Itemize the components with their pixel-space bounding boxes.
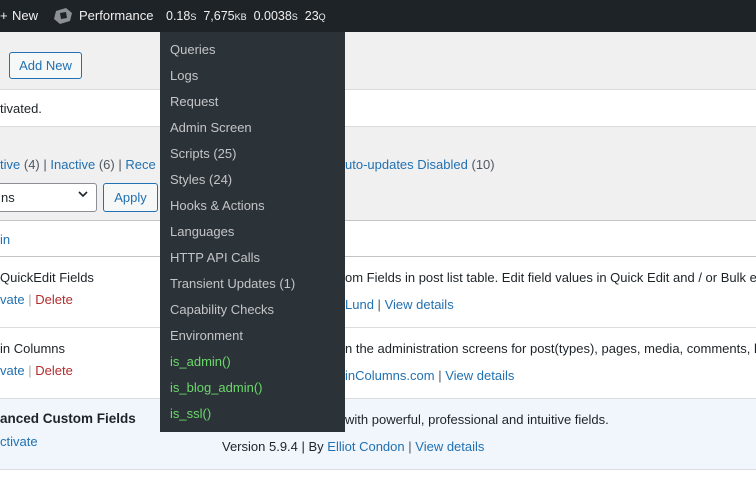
deactivate-link[interactable]: ctivate bbox=[0, 434, 38, 449]
plugin-meta: Version 5.9.4 | By Elliot Condon | View … bbox=[222, 439, 484, 454]
meta-separator: | bbox=[438, 368, 442, 383]
stat-time: 0.18 bbox=[166, 9, 191, 23]
menu-item-is-blog-admin[interactable]: is_blog_admin() bbox=[160, 375, 345, 401]
bulk-actions-value: ns bbox=[1, 190, 15, 205]
column-header-plugin[interactable]: in bbox=[0, 232, 10, 247]
row-actions: ctivate bbox=[0, 434, 38, 449]
table-row: QuickEdit Fields vate | Delete om Fields… bbox=[0, 257, 756, 328]
filter-active-count: (4) bbox=[23, 157, 40, 172]
menu-item-styles[interactable]: Styles (24) bbox=[160, 167, 345, 193]
activate-link[interactable]: vate bbox=[0, 292, 25, 307]
plugins-page: Add New tivated. tive (4) | Inactive (6)… bbox=[0, 32, 756, 487]
plugin-description: n the administration screens for post(ty… bbox=[345, 341, 756, 356]
menu-item-queries[interactable]: Queries bbox=[160, 37, 345, 63]
filter-recent-link[interactable]: Rece bbox=[125, 157, 155, 172]
menu-item-environment[interactable]: Environment bbox=[160, 323, 345, 349]
menu-item-is-admin[interactable]: is_admin() bbox=[160, 349, 345, 375]
plugin-status-filters: tive (4) | Inactive (6) | Rece bbox=[0, 157, 156, 172]
new-content-menu[interactable]: New bbox=[12, 0, 38, 32]
menu-item-hooks-actions[interactable]: Hooks & Actions bbox=[160, 193, 345, 219]
performance-menu[interactable]: Performance bbox=[79, 0, 153, 32]
filter-active-link[interactable]: tive bbox=[0, 157, 20, 172]
plugin-name: anced Custom Fields bbox=[0, 411, 136, 426]
performance-dropdown-menu: Queries Logs Request Admin Screen Script… bbox=[160, 32, 345, 432]
actions-separator: | bbox=[28, 292, 32, 307]
menu-item-admin-screen[interactable]: Admin Screen bbox=[160, 115, 345, 141]
view-details-link[interactable]: View details bbox=[445, 368, 514, 383]
stat-memory-unit: KB bbox=[234, 12, 247, 22]
stat-time-unit: S bbox=[190, 12, 197, 22]
stat-query-time: 0.0038 bbox=[253, 9, 292, 23]
chevron-down-icon bbox=[78, 191, 88, 198]
menu-item-scripts[interactable]: Scripts (25) bbox=[160, 141, 345, 167]
author-link[interactable]: Elliot Condon bbox=[327, 439, 404, 454]
add-new-button[interactable]: Add New bbox=[9, 52, 82, 79]
menu-item-is-ssl[interactable]: is_ssl() bbox=[160, 401, 345, 427]
stat-queries-unit: Q bbox=[318, 12, 326, 22]
filter-inactive-count: (6) bbox=[98, 157, 115, 172]
filter-autoupdates-disabled-link[interactable]: uto-updates Disabled bbox=[345, 157, 468, 172]
menu-item-request[interactable]: Request bbox=[160, 89, 345, 115]
row-actions: vate | Delete bbox=[0, 363, 73, 378]
stat-queries: 23 bbox=[304, 9, 319, 23]
row-actions: vate | Delete bbox=[0, 292, 73, 307]
stat-memory: 7,675 bbox=[203, 9, 235, 23]
delete-link[interactable]: Delete bbox=[35, 363, 73, 378]
filter-separator: | bbox=[118, 157, 122, 172]
table-row-active: anced Custom Fields ctivate with powerfu… bbox=[0, 399, 756, 470]
stat-query-time-unit: S bbox=[291, 12, 298, 22]
filter-separator: | bbox=[43, 157, 47, 172]
plugin-name: in Columns bbox=[0, 341, 66, 356]
meta-separator: | bbox=[377, 297, 381, 312]
menu-item-http-api-calls[interactable]: HTTP API Calls bbox=[160, 245, 345, 271]
admin-bar: + New Performance 0.18S 7,675KB 0.0038S … bbox=[0, 0, 756, 32]
view-details-link[interactable]: View details bbox=[415, 439, 484, 454]
plugin-meta: inColumns.com | View details bbox=[345, 368, 514, 383]
plugin-description: with powerful, professional and intuitiv… bbox=[345, 412, 609, 427]
delete-link[interactable]: Delete bbox=[35, 292, 73, 307]
activation-notice: tivated. bbox=[0, 89, 756, 127]
actions-separator: | bbox=[28, 363, 32, 378]
menu-item-transient-updates[interactable]: Transient Updates (1) bbox=[160, 271, 345, 297]
menu-item-capability-checks[interactable]: Capability Checks bbox=[160, 297, 345, 323]
plugin-name: QuickEdit Fields bbox=[0, 270, 94, 285]
bulk-actions-select[interactable]: ns bbox=[0, 183, 97, 212]
filter-inactive-link[interactable]: Inactive bbox=[50, 157, 95, 172]
author-link[interactable]: Lund bbox=[345, 297, 374, 312]
menu-item-logs[interactable]: Logs bbox=[160, 63, 345, 89]
menu-item-languages[interactable]: Languages bbox=[160, 219, 345, 245]
meta-separator: | bbox=[408, 439, 412, 454]
plugin-meta: Lund | View details bbox=[345, 297, 454, 312]
apply-button[interactable]: Apply bbox=[103, 183, 158, 212]
activate-link[interactable]: vate bbox=[0, 363, 25, 378]
performance-stats[interactable]: 0.18S 7,675KB 0.0038S 23Q bbox=[166, 0, 326, 32]
view-details-link[interactable]: View details bbox=[385, 297, 454, 312]
plugin-description: om Fields in post list table. Edit field… bbox=[345, 270, 756, 285]
plugin-status-filters-right: uto-updates Disabled (10) bbox=[345, 157, 495, 172]
performance-icon bbox=[54, 8, 72, 24]
new-content-plus-icon[interactable]: + bbox=[0, 0, 8, 32]
plugins-table: in QuickEdit Fields vate | Delete om Fie… bbox=[0, 220, 756, 487]
filter-autoupdates-disabled-count: (10) bbox=[471, 157, 495, 172]
notice-text: tivated. bbox=[0, 101, 42, 116]
table-header: in bbox=[0, 221, 756, 257]
plugin-version: Version 5.9.4 | By bbox=[222, 439, 324, 454]
table-row: in Columns vate | Delete n the administr… bbox=[0, 328, 756, 399]
author-link[interactable]: inColumns.com bbox=[345, 368, 435, 383]
